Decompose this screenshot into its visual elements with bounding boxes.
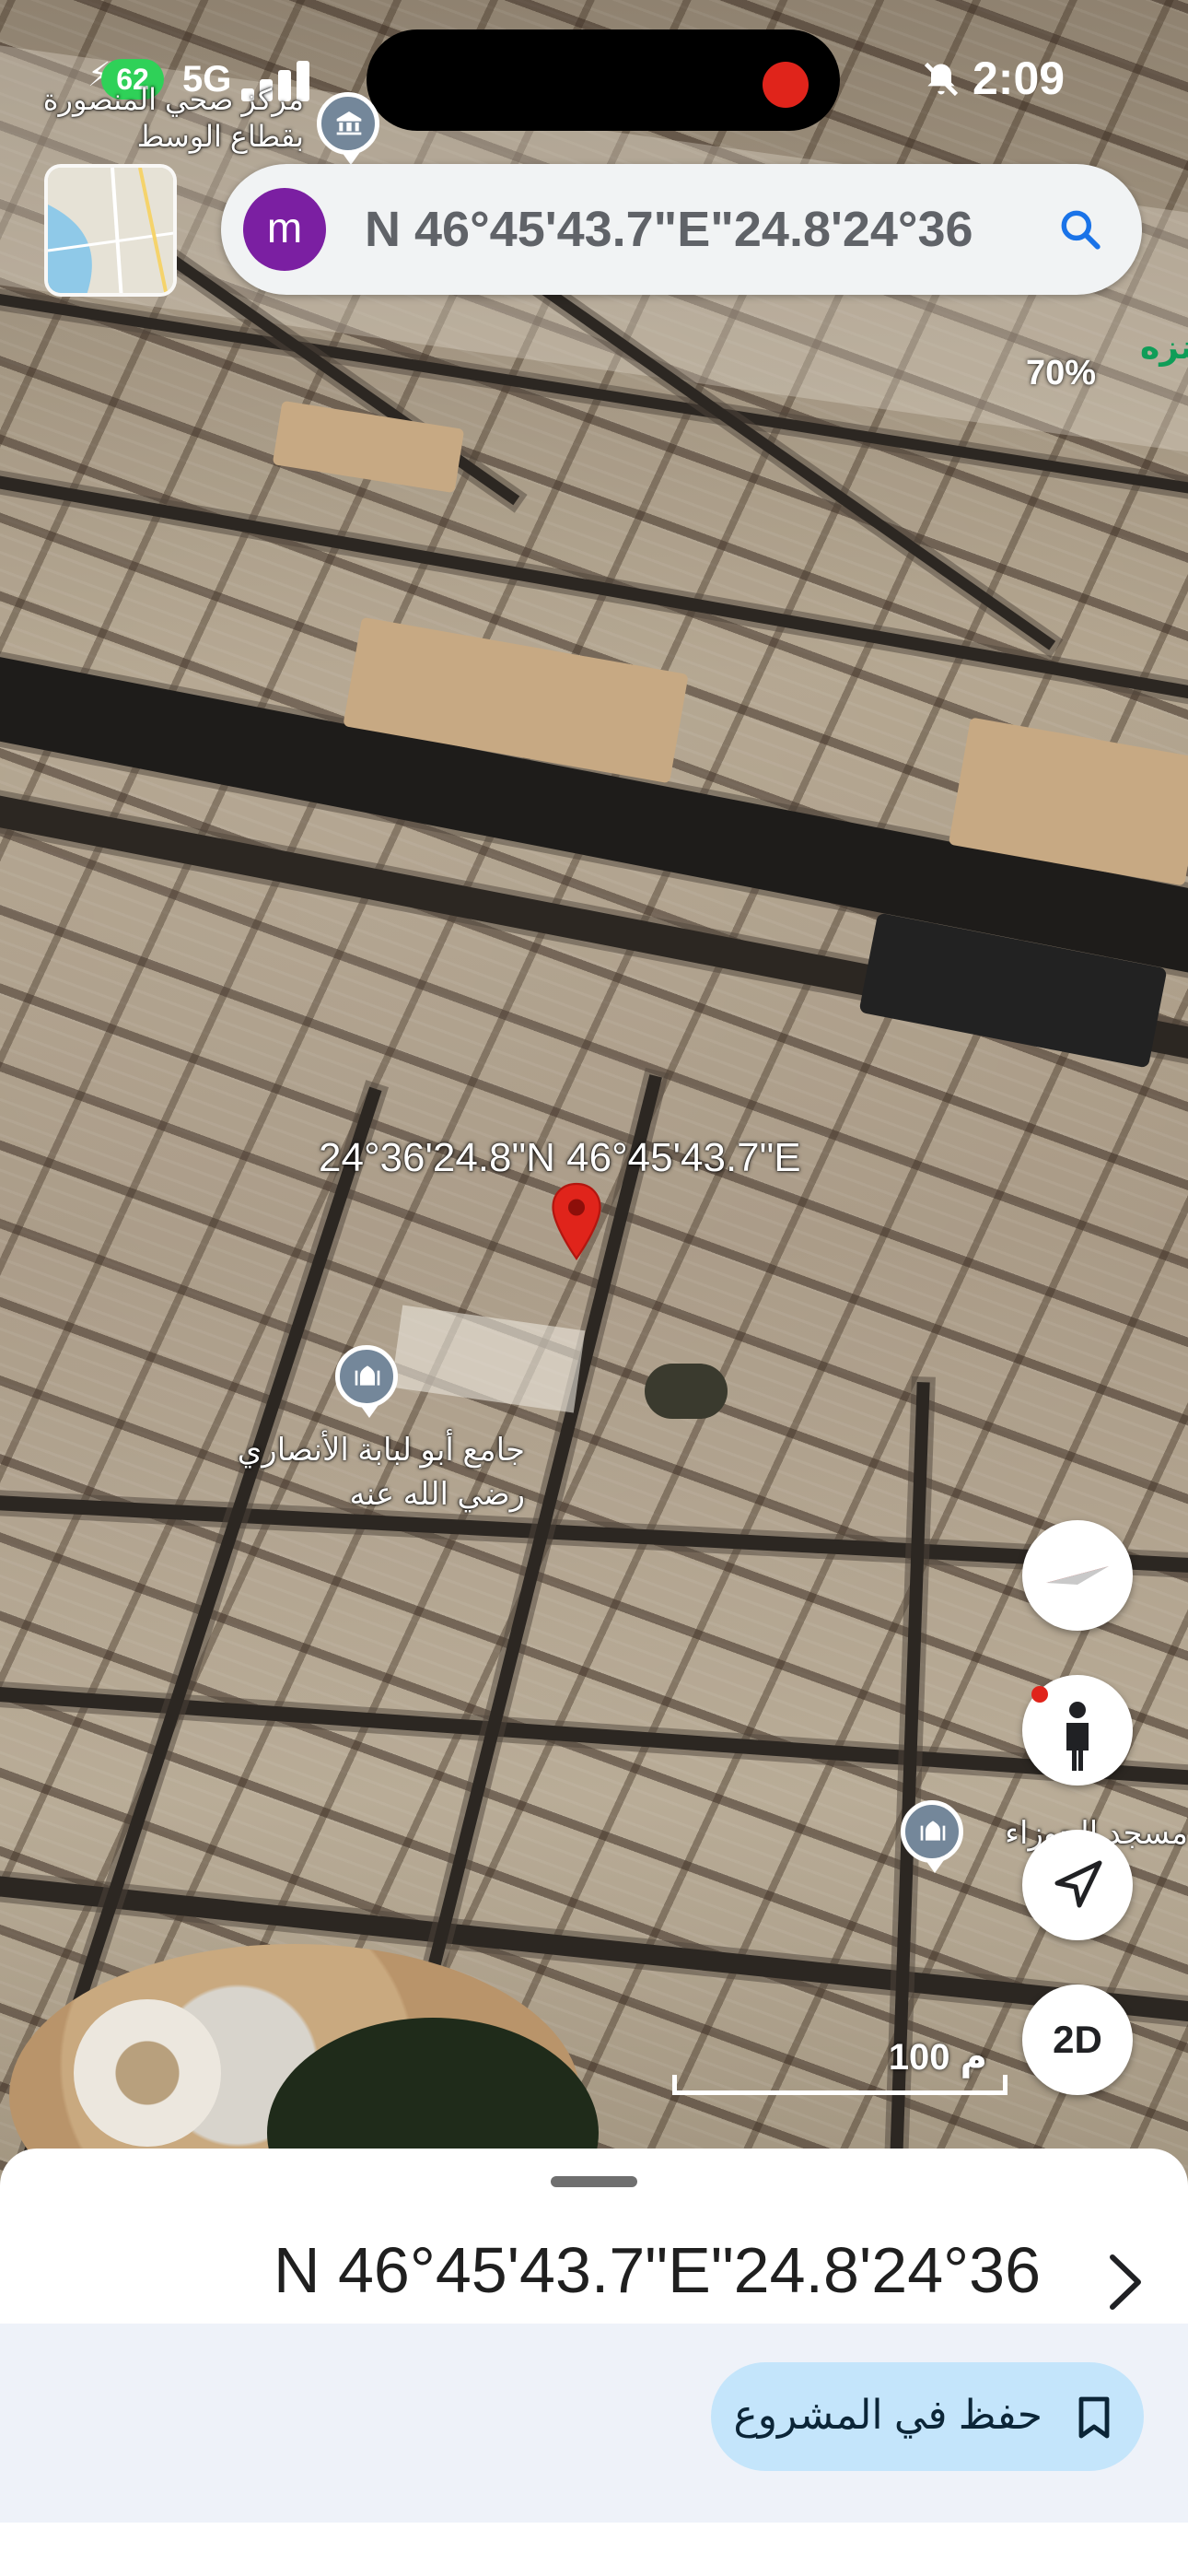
scale-bar [672,2075,1007,2095]
search-bar[interactable]: m N 46°45'43.7"E"24.8'24°36 [221,164,1142,295]
zoom-level: 70% [1026,354,1097,392]
bell-off-icon [924,62,959,97]
dynamic-island [367,29,840,131]
search-query[interactable]: N 46°45'43.7"E"24.8'24°36 [365,197,1037,262]
mosque-icon [355,1365,380,1386]
compass-button[interactable] [1022,1520,1133,1631]
clock: 2:09 [973,53,1066,104]
sheet-drag-handle[interactable] [551,2176,637,2187]
scale-label: 100 م [888,2037,987,2078]
landmark-pin[interactable] [317,92,379,165]
sheet-actions: حفظ في المشروع [0,2324,1188,2523]
mosque-pin-1[interactable] [335,1345,398,1418]
mosque-icon [920,1821,946,1841]
place-title[interactable]: N 46°45'43.7"E"24.8'24°36 [92,2233,1041,2307]
place-label-partial[interactable]: متنزه [1140,328,1188,367]
satellite-map[interactable] [0,0,1188,2248]
bookmark-icon [1078,2396,1110,2439]
mosque-pin-2[interactable] [901,1800,963,1873]
account-avatar[interactable]: m [243,188,326,271]
compass-icon [1046,1566,1109,1585]
search-icon[interactable] [1057,206,1103,252]
chevron-right-icon[interactable] [1105,2250,1146,2314]
street-view-button[interactable] [1022,1675,1133,1786]
street-view-indicator [1031,1686,1048,1703]
place-sheet[interactable]: N 46°45'43.7"E"24.8'24°36 حفظ في المشروع [0,2149,1188,2576]
2d-toggle-button[interactable]: 2D [1022,1985,1133,2095]
landmark-icon [336,111,362,135]
home-indicator-area [0,2523,1188,2576]
save-button-label: حفظ في المشروع [733,2393,1042,2438]
dropped-pin-icon[interactable] [549,1181,604,1264]
location-arrow-icon [1054,1860,1102,1908]
dropped-pin-label: 24°36'24.8"N 46°45'43.7"E [319,1135,801,1180]
map-thumbnail-icon [48,168,173,293]
my-location-button[interactable] [1022,1830,1133,1940]
place-label-health-center[interactable]: مركز صحي المنصورة بقطاع الوسط [18,81,304,155]
place-label-mosque-1[interactable]: جامع أبو لبابة الأنصاري رضي الله عنه [175,1428,525,1516]
map-scale: 100 م [672,2036,1007,2101]
map-layers-button[interactable] [44,164,177,297]
save-to-project-button[interactable]: حفظ في المشروع [711,2362,1144,2471]
recording-indicator [763,62,809,108]
